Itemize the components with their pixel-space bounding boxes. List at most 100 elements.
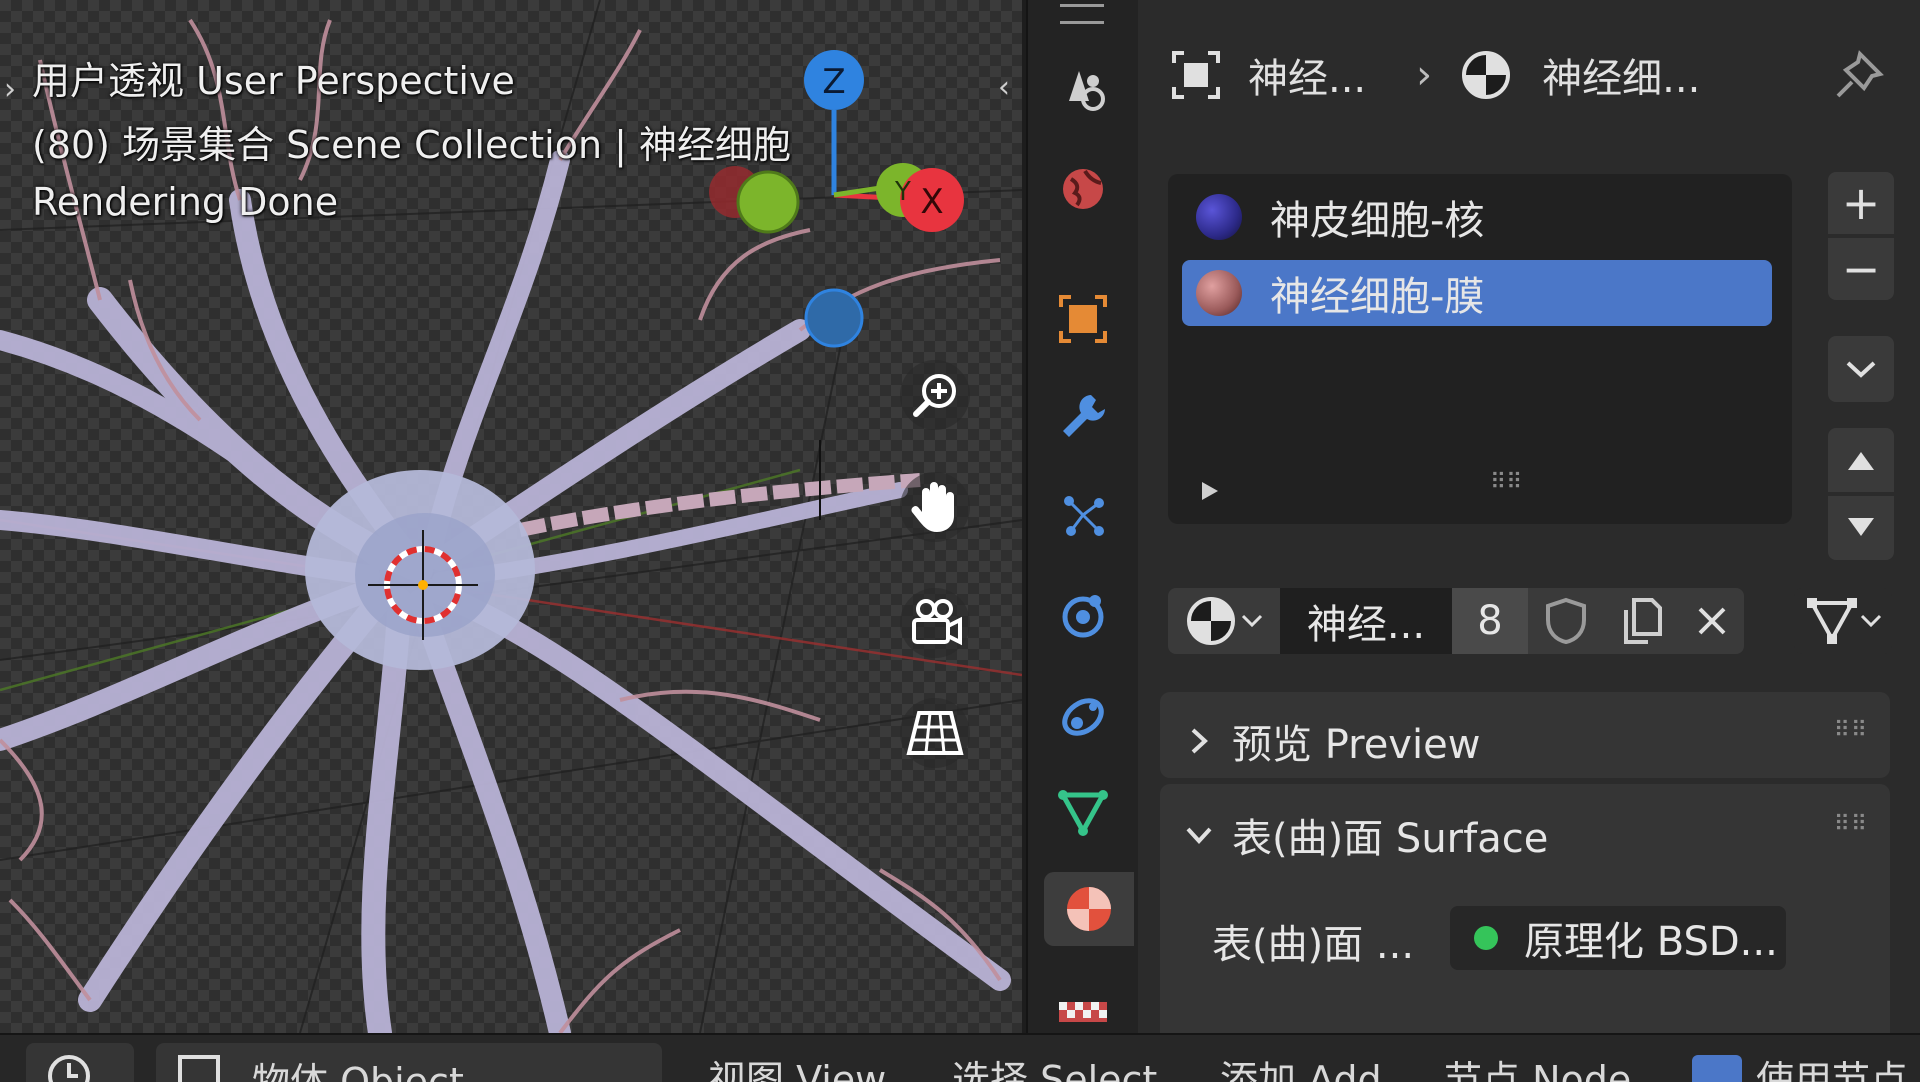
triangle-down-icon [1848, 518, 1874, 536]
chevron-down-icon [1186, 827, 1212, 844]
gizmo-x-label[interactable]: X [920, 182, 943, 222]
move-slot-down-button[interactable] [1828, 496, 1894, 560]
breadcrumb-material-label: 神经细... [1542, 56, 1701, 102]
tab-render[interactable] [1046, 52, 1120, 126]
zoom-button[interactable] [900, 360, 970, 430]
material-icon [1067, 887, 1111, 931]
breadcrumb-material[interactable]: 神经细... [1458, 46, 1700, 104]
collection-label: (80) 场景集合 Scene Collection | 神经细胞 [32, 123, 792, 167]
constraints-icon [1062, 698, 1104, 736]
preview-panel-title: 预览 Preview [1232, 722, 1481, 768]
bottom-header-bar: 物体 Object 视图 View 选择 Select 添加 Add 节点 No… [0, 1033, 1920, 1082]
duplicate-icon [1624, 598, 1662, 644]
tab-particles[interactable] [1046, 478, 1120, 552]
clock-icon [48, 1055, 90, 1082]
menu-node[interactable]: 节点 Node [1444, 1049, 1631, 1082]
toggle-perspective-button[interactable] [900, 698, 970, 768]
tabstrip-top-edge [1060, 4, 1104, 24]
object-mode-label: 物体 Object [252, 1060, 464, 1082]
mesh-data-icon [1807, 598, 1857, 644]
perspective-label: 用户透视 User Perspective [32, 59, 515, 103]
tab-constraints[interactable] [1046, 678, 1120, 752]
preview-panel-header[interactable]: 预览 Preview [1184, 712, 1480, 770]
properties-tab-strip [1026, 0, 1138, 1033]
camera-icon [912, 599, 962, 646]
world-icon [1063, 169, 1103, 209]
breadcrumb-object-label: 神经... [1248, 56, 1367, 102]
slot-link-button[interactable] [1794, 588, 1892, 654]
material-name-field[interactable]: 神经... [1280, 588, 1452, 654]
menu-select[interactable]: 选择 Select [952, 1049, 1157, 1082]
tab-material[interactable] [1044, 872, 1134, 946]
add-material-slot-button[interactable]: + [1828, 172, 1894, 234]
material-icon [1187, 597, 1235, 645]
tab-modifiers[interactable] [1046, 378, 1120, 452]
render-icon [1069, 71, 1105, 111]
sidebar-collapse-icon[interactable]: ‹ [998, 70, 1010, 105]
surface-panel-title: 表(曲)面 Surface [1232, 816, 1549, 862]
physics-icon [1062, 595, 1104, 638]
material-slot-row-selected[interactable]: 神经细胞-膜 [1182, 260, 1772, 326]
material-preview-ball [1196, 194, 1242, 240]
surface-panel: 表(曲)面 Surface ⠿⠿ 表(曲)面 ... 原理化 BSD... [1160, 784, 1890, 1044]
pan-hand-icon [911, 482, 954, 532]
surface-shader-name: 原理化 BSD... [1524, 919, 1778, 965]
browse-material-button[interactable] [1168, 588, 1280, 654]
tab-physics[interactable] [1046, 578, 1120, 652]
chevron-down-icon [1846, 361, 1876, 378]
object-icon [1059, 295, 1107, 343]
panel-drag-grip[interactable]: ⠿⠿ [1834, 718, 1868, 743]
close-icon [1698, 607, 1726, 635]
remove-material-slot-button[interactable]: − [1828, 238, 1894, 300]
surface-panel-header[interactable]: 表(曲)面 Surface [1184, 806, 1548, 864]
object-icon [1172, 51, 1220, 99]
wrench-icon [1063, 395, 1105, 437]
use-nodes-label: 使用节点 [1756, 1058, 1909, 1082]
gizmo-y-label[interactable]: Y [894, 177, 911, 207]
duplicate-material-button[interactable] [1604, 588, 1680, 654]
zoom-icon [913, 374, 956, 417]
surface-field-label: 表(曲)面 ... [1212, 922, 1415, 968]
preview-panel[interactable]: 预览 Preview ⠿⠿ [1160, 692, 1890, 778]
pan-button[interactable] [900, 472, 970, 542]
menu-view[interactable]: 视图 View [708, 1049, 886, 1082]
camera-view-button[interactable] [900, 588, 970, 658]
menu-add[interactable]: 添加 Add [1220, 1049, 1382, 1082]
chevron-down-icon [1241, 614, 1263, 628]
toolbar-expand-icon[interactable]: › [4, 72, 16, 107]
3d-viewport[interactable]: Z X Y 用户透视 User Perspective (80) 场景集合 Sc… [0, 0, 1022, 1033]
move-slot-up-button[interactable] [1828, 428, 1894, 492]
gizmo-z-label[interactable]: Z [822, 62, 845, 102]
material-slot-row[interactable]: 神皮细胞-核 [1182, 184, 1772, 250]
breadcrumb-separator-icon: › [1416, 52, 1433, 98]
breadcrumb: 神经... › 神经细... [1168, 40, 1700, 110]
render-status-label: Rendering Done [32, 180, 339, 224]
editor-type-button[interactable] [26, 1043, 134, 1082]
material-slot-name: 神皮细胞-核 [1270, 198, 1485, 244]
material-properties-panel: 神经... › 神经细... 神皮细胞-核 神经细胞-膜 ⠿⠿ + − 神经..… [1138, 0, 1920, 1044]
tab-data[interactable] [1046, 776, 1120, 850]
material-user-count[interactable]: 8 [1452, 588, 1528, 654]
surface-shader-selector[interactable]: 原理化 BSD... [1450, 906, 1786, 970]
panel-drag-grip[interactable]: ⠿⠿ [1834, 812, 1868, 837]
material-datablock-selector: 神经... 8 [1168, 588, 1744, 654]
texture-icon [1059, 1002, 1107, 1022]
triangle-up-icon [1848, 452, 1874, 470]
pin-icon[interactable] [1830, 48, 1886, 104]
material-slot-list: 神皮细胞-核 神经细胞-膜 ⠿⠿ [1168, 174, 1792, 524]
expand-triangle-icon[interactable] [1194, 476, 1224, 506]
list-resize-grip[interactable]: ⠿⠿ [1490, 470, 1522, 495]
use-nodes-checkbox[interactable] [1692, 1055, 1742, 1082]
breadcrumb-object[interactable]: 神经... [1168, 46, 1366, 104]
material-specials-button[interactable] [1828, 336, 1894, 402]
object-mode-dropdown[interactable]: 物体 Object [156, 1043, 662, 1082]
unlink-material-button[interactable] [1680, 588, 1744, 654]
material-icon [1462, 51, 1511, 99]
chevron-right-icon [1191, 728, 1208, 754]
tab-object[interactable] [1046, 282, 1120, 356]
tab-world[interactable] [1046, 152, 1120, 226]
mesh-data-icon [1058, 790, 1108, 837]
object-icon [178, 1055, 220, 1082]
tab-texture[interactable] [1046, 990, 1120, 1030]
fake-user-button[interactable] [1528, 588, 1604, 654]
